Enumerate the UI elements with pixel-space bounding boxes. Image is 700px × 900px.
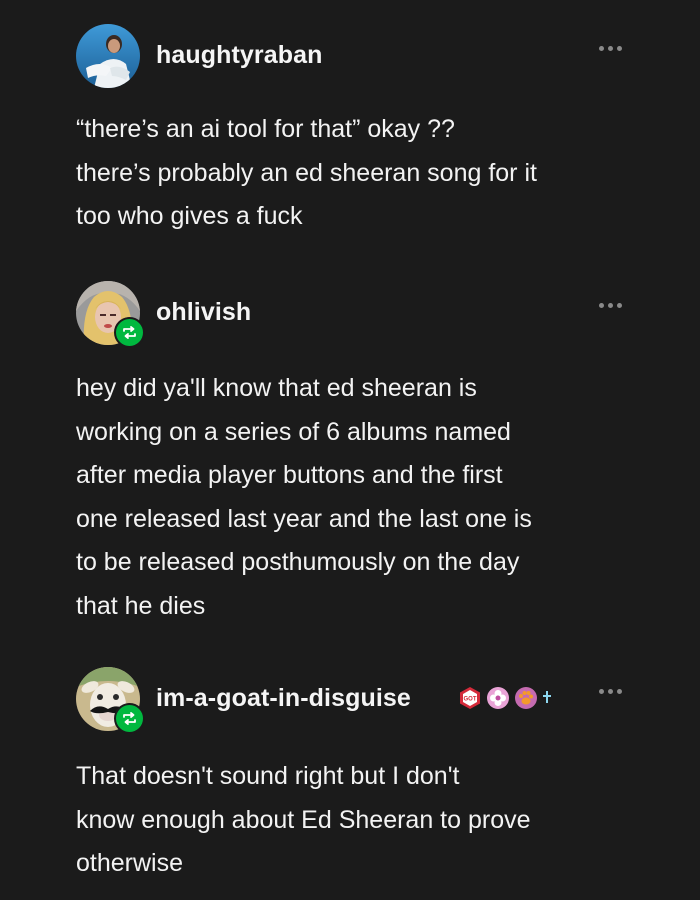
more-options-icon[interactable] (599, 301, 627, 311)
sparkle-badge[interactable] (542, 688, 552, 713)
username[interactable]: im-a-goat-in-disguise (156, 684, 411, 713)
post-body-line: know enough about Ed Sheeran to prove (76, 805, 531, 834)
post-haughtyraban: haughtyraban “there’s an ai tool for tha… (0, 24, 700, 244)
post-im-a-goat-in-disguise: im-a-goat-in-disguise GOT That doesn't s… (0, 667, 700, 887)
post-header: haughtyraban (76, 24, 636, 88)
post-body-line: one released last year and the last one … (76, 504, 532, 533)
post-body-line: “there’s an ai tool for that” okay ?? (76, 115, 455, 143)
post-body-line: too who gives a fuck (76, 202, 303, 230)
post-body-line: to be released posthumously on the day (76, 548, 520, 576)
post-header: im-a-goat-in-disguise GOT (76, 667, 636, 734)
username[interactable]: haughtyraban (156, 41, 323, 70)
post-body-line: otherwise (76, 849, 183, 877)
avatar[interactable] (76, 24, 140, 88)
badge-list: GOT (458, 686, 552, 715)
post-header: ohlivish (76, 281, 636, 348)
more-options-icon[interactable] (599, 687, 627, 697)
person-photo-avatar (76, 24, 140, 88)
paw-badge[interactable] (514, 686, 538, 715)
post-body-line: working on a series of 6 albums named (76, 417, 511, 446)
reblog-icon (114, 317, 145, 348)
username[interactable]: ohlivish (156, 298, 251, 327)
post-body-line: that he dies (76, 591, 206, 620)
more-options-icon[interactable] (599, 44, 627, 54)
post-ohlivish: ohlivish hey did ya'll know that ed shee… (0, 281, 700, 631)
pink-flower-badge[interactable] (486, 686, 510, 715)
red-hex-badge[interactable]: GOT (458, 686, 482, 715)
post-body: “there’s an ai tool for that” okay ?? th… (76, 108, 636, 239)
post-body-line: there’s probably an ed sheeran song for … (76, 158, 537, 187)
post-body-line: after media player buttons and the first (76, 461, 503, 489)
post-body: hey did ya'll know that ed sheeran is wo… (76, 367, 636, 628)
post-body: That doesn't sound right but I don't kno… (76, 755, 636, 886)
reblog-icon (114, 703, 145, 734)
post-body-line: hey did ya'll know that ed sheeran is (76, 374, 477, 402)
svg-text:GOT: GOT (464, 696, 477, 702)
post-body-line: That doesn't sound right but I don't (76, 762, 460, 790)
